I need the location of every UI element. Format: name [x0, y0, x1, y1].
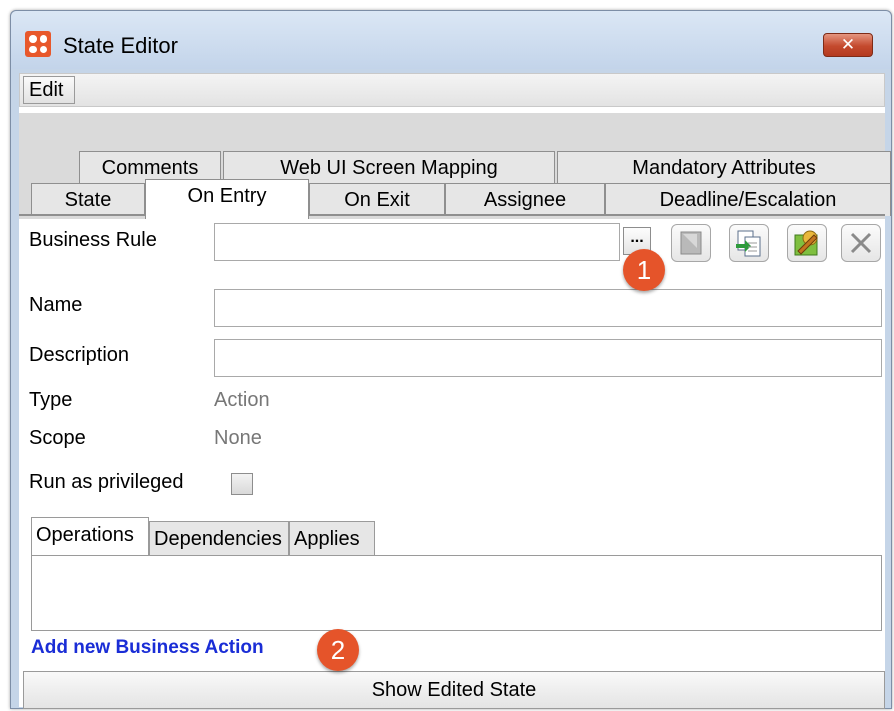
subtab-operations[interactable]: Operations [31, 517, 149, 555]
name-field[interactable] [214, 289, 882, 327]
edit-rule-button[interactable] [787, 224, 827, 262]
client-area: Edit Comments Web UI Screen Mapping Mand… [19, 73, 891, 709]
operations-list [31, 555, 882, 631]
edit-rule-icon [794, 230, 818, 256]
clear-button[interactable] [841, 224, 881, 262]
menu-bar: Edit [19, 73, 885, 107]
scope-label: Scope [29, 427, 86, 449]
type-value: Action [214, 389, 270, 411]
on-entry-panel: Business Rule ... 1 Name Description Typ… [19, 219, 885, 709]
description-label: Description [29, 344, 130, 366]
run-as-privileged-label: Run as privileged [29, 471, 184, 493]
tab-deadline-escalation[interactable]: Deadline/Escalation [605, 183, 891, 216]
clear-icon [850, 232, 872, 254]
business-rule-label: Business Rule [29, 229, 157, 251]
scope-value: None [214, 427, 262, 449]
tab-on-exit[interactable]: On Exit [309, 183, 445, 216]
title-bar: State Editor ✕ [11, 11, 891, 69]
delete-rule-icon [680, 231, 702, 255]
callout-badge-1: 1 [623, 249, 665, 291]
tab-strip: Comments Web UI Screen Mapping Mandatory… [19, 113, 891, 219]
tab-state[interactable]: State [31, 183, 145, 216]
tab-mandatory-attributes[interactable]: Mandatory Attributes [557, 151, 891, 185]
subtab-dependencies[interactable]: Dependencies [149, 521, 289, 555]
menu-edit[interactable]: Edit [23, 76, 75, 104]
subtab-applies-if[interactable]: Applies if [289, 521, 375, 584]
window-title: State Editor [63, 33, 178, 58]
copy-rule-button[interactable] [729, 224, 769, 262]
show-edited-state-button[interactable]: Show Edited State [23, 671, 885, 709]
delete-rule-button[interactable] [671, 224, 711, 262]
close-button[interactable]: ✕ [823, 33, 873, 57]
name-label: Name [29, 294, 83, 316]
app-icon [25, 31, 51, 57]
run-as-privileged-checkbox[interactable] [231, 473, 253, 495]
type-label: Type [29, 389, 73, 411]
state-editor-window: State Editor ✕ Edit Comments Web UI Scre… [10, 10, 892, 709]
add-new-business-action-link[interactable]: Add new Business Action [31, 637, 264, 659]
tab-assignee[interactable]: Assignee [445, 183, 605, 216]
copy-rule-icon [736, 230, 761, 257]
callout-badge-2: 2 [317, 629, 359, 671]
business-rule-field[interactable] [214, 223, 620, 261]
description-field[interactable] [214, 339, 882, 377]
tab-on-entry[interactable]: On Entry [145, 179, 309, 219]
